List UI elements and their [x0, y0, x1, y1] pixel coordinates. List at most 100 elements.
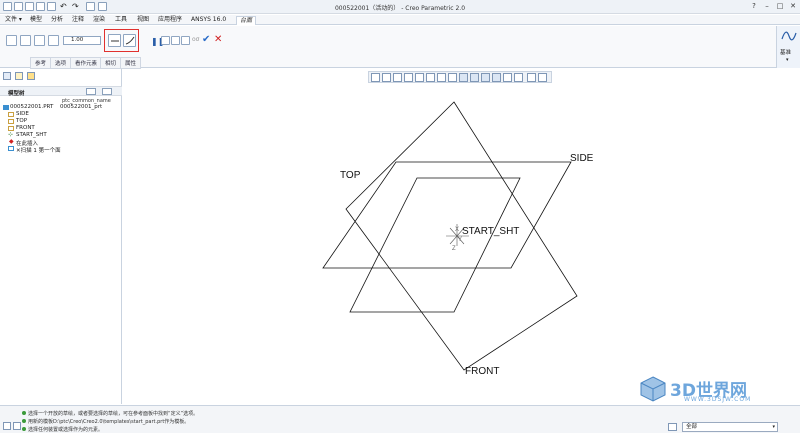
spin-center-icon[interactable] [514, 73, 523, 82]
ribbon: 1.00 ❚❚ oσ ✔ ✕ 参考 选项 看作元素 相切 属性 基准 ▾ [0, 26, 800, 69]
repaint-icon[interactable] [404, 73, 413, 82]
tree-item-part-name: 000522001_prt [60, 104, 103, 110]
subtab-references[interactable]: 参考 [30, 57, 52, 69]
title-bar: ↶ ↷ 000522001（活动的） - Creo Parametric 2.0… [0, 0, 800, 14]
message-info-icon [22, 419, 26, 423]
csys-z-label: Z [452, 246, 456, 252]
chevron-down-icon: ▾ [786, 57, 789, 63]
tree-settings-icon[interactable] [86, 88, 96, 95]
menu-bar: 文件 ▾ 模型 分析 注释 渲染 工具 视图 应用程序 ANSYS 16.0 台… [0, 15, 800, 25]
preview-icon[interactable] [171, 36, 180, 45]
selection-filter-select[interactable]: 全部 ▾ [682, 422, 778, 432]
solid-icon[interactable] [6, 35, 17, 46]
status-bar: 选择一个开放的草绘，或者要选择的草绘，可在参考面板中找到“定义”选项。 用新的模… [0, 405, 800, 433]
part-icon [3, 105, 9, 110]
tree-show-icon[interactable] [102, 88, 112, 95]
refit-icon[interactable] [371, 73, 380, 82]
tree-item-sweep[interactable]: ✕扫描 1 第一个面 [16, 146, 61, 154]
datum-curve-icon [781, 31, 797, 41]
tree-item-top[interactable]: TOP [16, 118, 27, 124]
layer-tree-tab-icon[interactable] [15, 72, 23, 80]
insert-here-icon: ◆ [9, 138, 14, 145]
watermark: 3D世界网 WWW.3DSJW.COM [640, 376, 800, 404]
menu-analysis[interactable]: 分析 [48, 16, 66, 24]
model-tree-tab-icon[interactable] [3, 72, 11, 80]
variable-section-icon[interactable] [123, 34, 136, 47]
datum-group[interactable]: 基准 ▾ [776, 26, 800, 68]
subtab-as-element[interactable]: 看作元素 [70, 57, 103, 69]
show-browser-icon[interactable] [13, 422, 21, 430]
top-plane-label: TOP [340, 170, 361, 181]
remove-material-icon[interactable] [34, 35, 45, 46]
watermark-cube-icon [640, 376, 666, 402]
chevron-down-icon: ▾ [772, 424, 775, 430]
model-tree-panel: 模型树 ptc_common_name 000522001.PRT 000522… [0, 69, 122, 404]
thickness-value: 1.00 [71, 37, 84, 43]
menu-render[interactable]: 渲染 [90, 16, 108, 24]
zoom-out-icon[interactable] [393, 73, 402, 82]
close-button[interactable]: ✕ [787, 2, 799, 11]
view-manager-icon[interactable] [437, 73, 446, 82]
display-style-icon[interactable] [415, 73, 424, 82]
subtab-properties[interactable]: 属性 [120, 57, 142, 69]
plane-display-icon[interactable] [459, 73, 468, 82]
model-tree-header: 模型树 [0, 86, 122, 97]
top-datum-plane[interactable] [349, 177, 521, 313]
verify-icon[interactable] [181, 36, 190, 45]
minimize-button[interactable]: – [761, 2, 773, 11]
oo-icon[interactable]: oσ [192, 36, 199, 43]
tree-item-csys[interactable]: START_SHT [16, 132, 47, 138]
folder-browser-icon[interactable] [27, 72, 35, 80]
sweep-feature-icon [8, 146, 14, 151]
cancel-x-icon[interactable]: ✕ [214, 34, 222, 45]
menu-model[interactable]: 模型 [27, 16, 45, 24]
subtab-tangency[interactable]: 相切 [100, 57, 122, 69]
watermark-url: WWW.3DSJW.COM [684, 396, 752, 403]
help-button[interactable]: ? [748, 2, 760, 11]
menu-applications[interactable]: 应用程序 [155, 16, 185, 24]
show-tree-icon[interactable] [3, 422, 11, 430]
plane-icon [8, 112, 14, 117]
saved-views-icon[interactable] [426, 73, 435, 82]
csys-display-icon[interactable] [492, 73, 501, 82]
subtab-options[interactable]: 选项 [50, 57, 72, 69]
status-message-1: 选择一个开放的草绘，或者要选择的草绘，可在参考面板中找到“定义”选项。 [28, 411, 199, 417]
side-plane-label: SIDE [570, 153, 594, 164]
pause-animation-icon[interactable] [527, 73, 536, 82]
menu-tools[interactable]: 工具 [112, 16, 130, 24]
message-info-icon [22, 427, 26, 431]
menu-annotate[interactable]: 注释 [69, 16, 87, 24]
thicken-icon[interactable] [48, 35, 59, 46]
menu-ansys[interactable]: ANSYS 16.0 [188, 16, 229, 24]
graphics-canvas[interactable]: TOP SIDE FRONT START_SHT X Y Z [124, 84, 800, 404]
thickness-input[interactable]: 1.00 [63, 36, 101, 45]
plane-icon [8, 119, 14, 124]
perspective-icon[interactable] [448, 73, 457, 82]
csys-x-label: X [455, 227, 459, 233]
menu-sweep-tab[interactable]: 台面 [236, 16, 257, 25]
maximize-button[interactable]: □ [774, 2, 786, 11]
menu-file[interactable]: 文件 ▾ [2, 16, 25, 24]
axis-display-icon[interactable] [470, 73, 479, 82]
tree-item-front[interactable]: FRONT [16, 125, 35, 131]
zoom-in-icon[interactable] [382, 73, 391, 82]
view-toolbar [368, 71, 552, 83]
ok-check-icon[interactable]: ✔ [202, 34, 210, 45]
appearance-icon[interactable] [538, 73, 547, 82]
csys-icon: ⊹ [8, 131, 14, 138]
window-title: 000522001（活动的） - Creo Parametric 2.0 [334, 5, 466, 12]
constant-section-icon[interactable] [108, 34, 121, 47]
no-preview-icon[interactable] [161, 36, 170, 45]
selection-filter-value: 全部 [686, 424, 698, 430]
model-tree-title: 模型树 [8, 91, 25, 97]
surface-icon[interactable] [20, 35, 31, 46]
tree-item-side[interactable]: SIDE [16, 111, 29, 117]
annotation-display-icon[interactable] [503, 73, 512, 82]
front-plane-label: FRONT [465, 366, 499, 377]
status-message-2: 用新的模板D:\ptc\Creo\Creo2.0\templates\start… [28, 419, 190, 425]
selection-mode-icon[interactable] [668, 423, 677, 431]
tree-item-part[interactable]: 000522001.PRT [10, 104, 53, 110]
point-display-icon[interactable] [481, 73, 490, 82]
message-info-icon [22, 411, 26, 415]
menu-view[interactable]: 视图 [134, 16, 152, 24]
